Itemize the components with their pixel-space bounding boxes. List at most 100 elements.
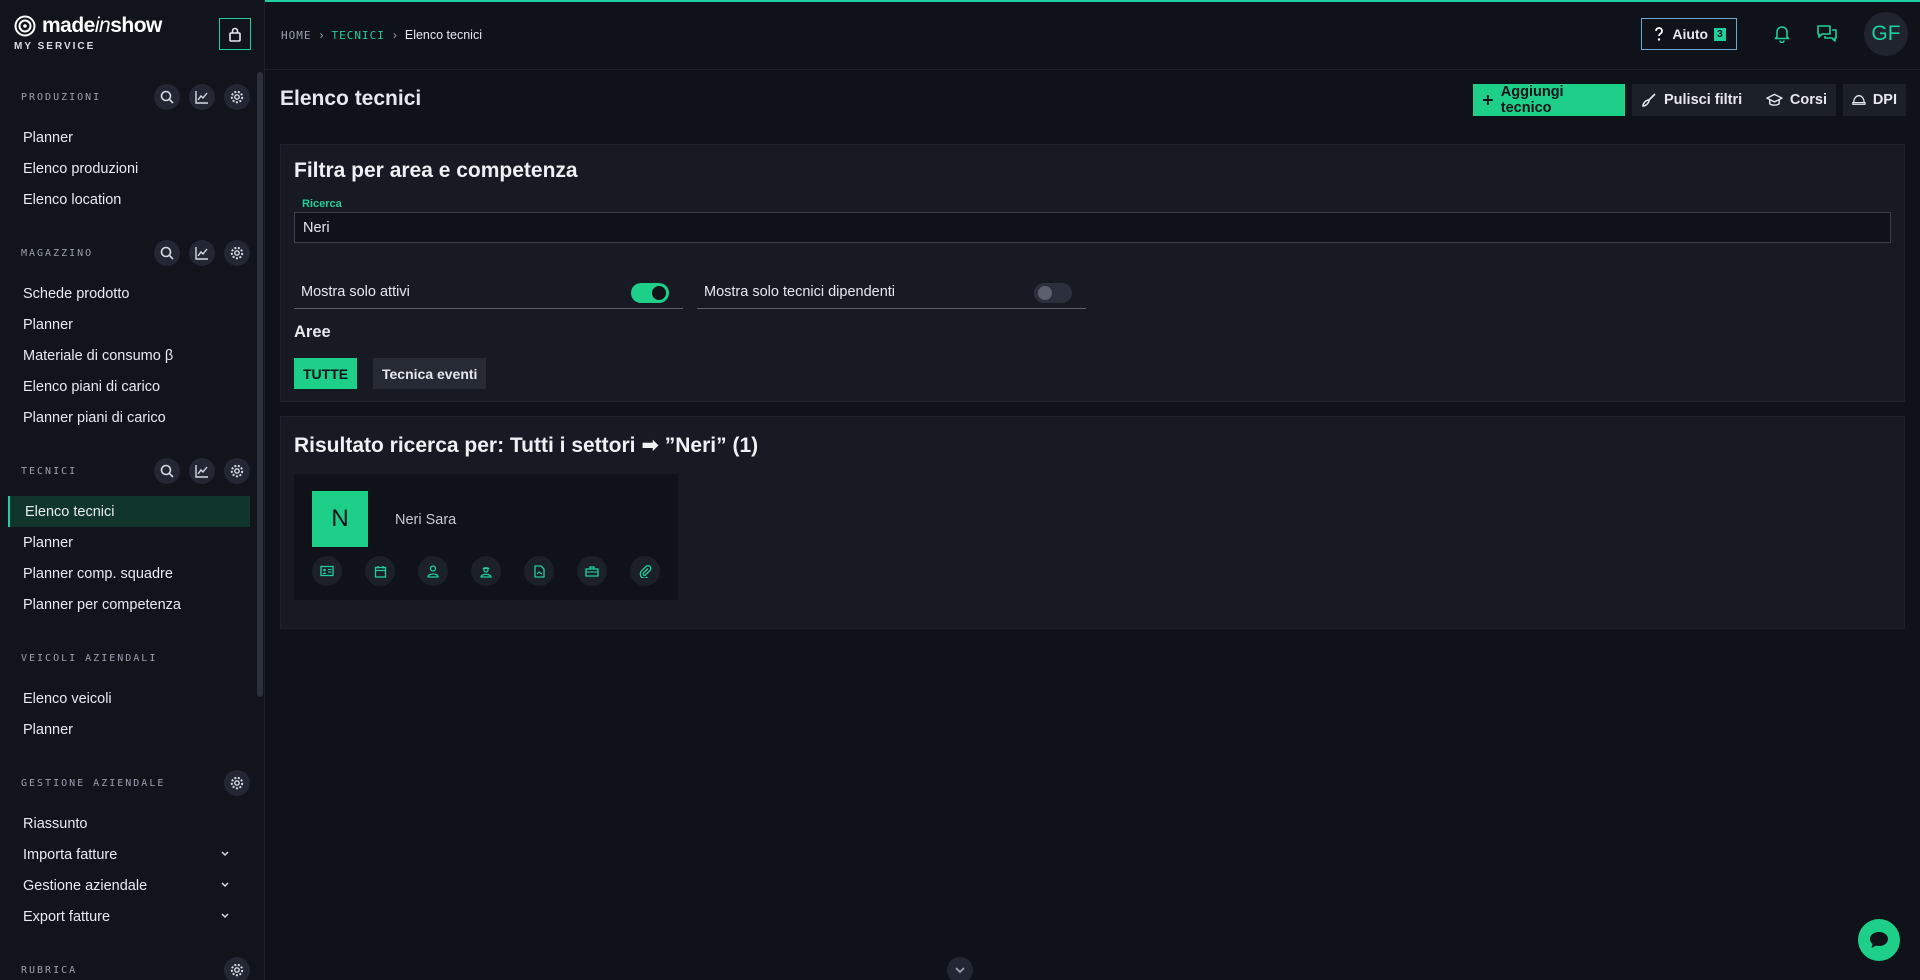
toggle-only-employees[interactable]: Mostra solo tecnici dipendenti: [697, 276, 1086, 309]
sidebar-item-planner[interactable]: Planner: [0, 309, 250, 340]
settings-button[interactable]: [224, 84, 250, 110]
settings-button[interactable]: [224, 957, 250, 980]
area-chip-tecnica-eventi[interactable]: Tecnica eventi: [373, 358, 487, 389]
stats-button[interactable]: [189, 458, 215, 484]
search-button[interactable]: [154, 240, 180, 266]
user-avatar[interactable]: GF: [1864, 12, 1908, 56]
id-card-icon: [320, 565, 334, 577]
section-title: RUBRICA: [21, 964, 78, 976]
sidebar-item-planner-piani-carico[interactable]: Planner piani di carico: [0, 402, 250, 433]
chevron-down-icon: [221, 851, 229, 857]
sidebar-section-gestione-aziendale: GESTIONE AZIENDALE Riassunto Importa fat…: [0, 766, 250, 932]
toggle-switch-off[interactable]: [1034, 283, 1072, 303]
sidebar-section-magazzino: MAGAZZINO Schede prodotto Planner Materi…: [0, 236, 250, 433]
settings-button[interactable]: [224, 770, 250, 796]
section-title: MAGAZZINO: [21, 247, 94, 259]
technician-card[interactable]: N Neri Sara: [294, 474, 678, 600]
search-label: Ricerca: [302, 198, 342, 210]
calendar-button[interactable]: [365, 556, 395, 586]
sidebar-item-elenco-piani-carico[interactable]: Elenco piani di carico: [0, 371, 250, 402]
sidebar-item-schede-prodotto[interactable]: Schede prodotto: [0, 278, 250, 309]
attachment-button[interactable]: [630, 556, 660, 586]
brand-name: madeinshow: [42, 14, 162, 37]
lock-icon: [229, 27, 241, 42]
brand-subtitle: MY SERVICE: [14, 41, 96, 52]
toolbox-button[interactable]: [577, 556, 607, 586]
technician-name[interactable]: Neri Sara: [395, 512, 456, 528]
support-chat-button[interactable]: [1858, 919, 1900, 961]
sidebar-item-planner[interactable]: Planner: [0, 714, 250, 745]
sidebar-item-export-fatture[interactable]: Export fatture: [0, 901, 250, 932]
settings-button[interactable]: [224, 458, 250, 484]
paperclip-icon: [639, 564, 651, 578]
area-chip-tutte[interactable]: TUTTE: [294, 358, 358, 389]
sidebar-item-materiale-consumo[interactable]: Materiale di consumo β: [0, 340, 250, 371]
dpi-label: DPI: [1872, 92, 1897, 108]
user-helmet-icon: [480, 566, 492, 578]
sidebar-item-elenco-produzioni[interactable]: Elenco produzioni: [0, 153, 250, 184]
technician-avatar: N: [312, 491, 368, 547]
document-button[interactable]: [524, 556, 554, 586]
results-card: Risultato ricerca per: Tutti i settori ➡…: [280, 416, 1905, 629]
id-card-button[interactable]: [312, 556, 342, 586]
document-icon: [533, 564, 545, 578]
worker-button[interactable]: [471, 556, 501, 586]
gear-icon: [230, 776, 244, 790]
toggle-only-active[interactable]: Mostra solo attivi: [294, 276, 683, 309]
areas-title: Aree: [294, 323, 331, 341]
search-button[interactable]: [154, 84, 180, 110]
sidebar-item-elenco-veicoli[interactable]: Elenco veicoli: [0, 683, 250, 714]
user-badge-button[interactable]: [418, 556, 448, 586]
madeinshow-logo-icon: [14, 15, 36, 37]
sidebar-item-planner[interactable]: Planner: [0, 527, 250, 558]
search-icon: [160, 246, 174, 260]
sidebar-item-planner-comp-squadre[interactable]: Planner comp. squadre: [0, 558, 250, 589]
breadcrumb-tecnici[interactable]: TECNICI: [332, 29, 385, 42]
hard-hat-icon: [1852, 95, 1866, 105]
settings-button[interactable]: [224, 240, 250, 266]
search-input[interactable]: [294, 212, 1891, 243]
sidebar-item-label: Importa fatture: [23, 846, 118, 863]
search-icon: [160, 464, 174, 478]
chat-icon[interactable]: [1816, 23, 1838, 43]
sidebar-item-planner-per-competenza[interactable]: Planner per competenza: [0, 589, 250, 620]
calendar-icon: [374, 565, 386, 578]
brand-logo[interactable]: madeinshow MY SERVICE: [14, 14, 162, 52]
sidebar-item-importa-fatture[interactable]: Importa fatture: [0, 839, 250, 870]
sidebar-item-riassunto[interactable]: Riassunto: [0, 808, 250, 839]
dpi-button[interactable]: DPI: [1843, 84, 1906, 116]
help-button[interactable]: Aiuto 3: [1641, 18, 1737, 50]
bell-icon[interactable]: [1772, 23, 1792, 43]
add-technician-button[interactable]: Aggiungi tecnico: [1473, 84, 1625, 116]
section-title: VEICOLI AZIENDALI: [21, 652, 158, 664]
courses-button[interactable]: Corsi: [1757, 84, 1836, 116]
courses-label: Corsi: [1789, 92, 1827, 108]
sidebar-item-gestione-aziendale[interactable]: Gestione aziendale: [0, 870, 250, 901]
toggle-switch-on[interactable]: [631, 283, 669, 303]
breadcrumb-separator-icon: ›: [392, 28, 397, 42]
gear-icon: [230, 246, 244, 260]
chat-bubble-icon: [1870, 932, 1888, 948]
breadcrumb-home[interactable]: HOME: [281, 29, 312, 42]
clear-filters-label: Pulisci filtri: [1664, 92, 1743, 108]
sidebar-item-elenco-location[interactable]: Elenco location: [0, 184, 250, 215]
stats-button[interactable]: [189, 240, 215, 266]
sidebar-item-planner[interactable]: Planner: [0, 122, 250, 153]
sidebar-section-veicoli: VEICOLI AZIENDALI Elenco veicoli Planner: [0, 641, 250, 745]
plus-icon: [1482, 95, 1493, 105]
toolbox-icon: [585, 566, 599, 577]
scroll-down-button[interactable]: [947, 957, 973, 980]
sidebar-scrollbar[interactable]: [257, 72, 263, 697]
stats-button[interactable]: [189, 84, 215, 110]
gear-icon: [230, 464, 244, 478]
lock-sidebar-button[interactable]: [219, 18, 251, 50]
sidebar-item-elenco-tecnici[interactable]: Elenco tecnici: [8, 496, 250, 527]
clear-filters-button[interactable]: Pulisci filtri: [1632, 84, 1769, 116]
search-button[interactable]: [154, 458, 180, 484]
breadcrumb-separator-icon: ›: [319, 28, 324, 42]
filters-card: Filtra per area e competenza Ricerca Mos…: [280, 144, 1905, 402]
trend-chart-icon: [195, 247, 208, 260]
sidebar-section-tecnici: TECNICI Elenco tecnici Planner Planner c…: [0, 454, 250, 620]
sidebar: madeinshow MY SERVICE PRODUZIONI Planner…: [0, 0, 265, 980]
user-tie-icon: [427, 564, 439, 578]
